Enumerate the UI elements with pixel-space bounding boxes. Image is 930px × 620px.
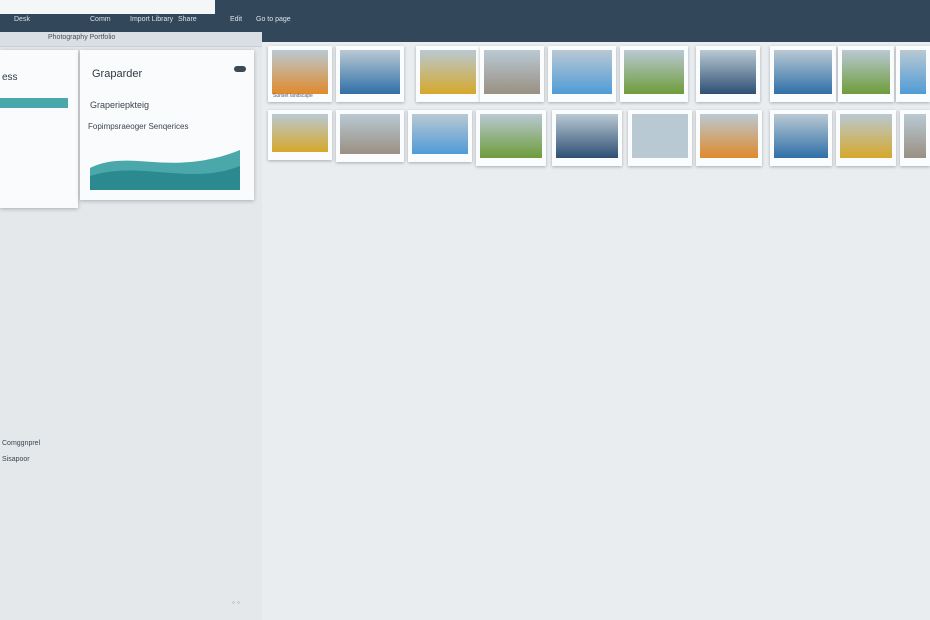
photo-thumbnail[interactable] [548, 46, 616, 102]
photo-thumbnail[interactable] [480, 46, 544, 102]
photo-thumbnail[interactable] [696, 110, 762, 166]
photo-image [624, 50, 684, 94]
photo-thumbnail[interactable] [900, 110, 930, 166]
photo-image [900, 50, 926, 94]
panel-bar: Photography Portfolio [0, 32, 262, 47]
card-title: Graparder [92, 68, 143, 80]
photo-caption: Sunset landscape [273, 93, 313, 99]
photo-thumbnail[interactable] [838, 46, 894, 102]
template-card-left[interactable]: ess [0, 50, 78, 208]
photo-thumbnail[interactable] [696, 46, 760, 102]
photo-image [774, 114, 828, 158]
wave-graphic [90, 150, 240, 190]
panel-title: Photography Portfolio [48, 34, 116, 41]
toggle-switch[interactable] [234, 66, 246, 72]
photo-thumbnail[interactable] [336, 110, 404, 162]
photo-image [484, 50, 540, 94]
photo-thumbnail[interactable] [628, 110, 692, 166]
photo-thumbnail[interactable] [336, 46, 404, 102]
photo-image [700, 114, 758, 158]
photo-thumbnail[interactable] [268, 110, 332, 160]
photo-image [340, 114, 400, 154]
card-subtitle: Graperiepkteig [90, 100, 150, 110]
photo-image [632, 114, 688, 158]
photo-image [774, 50, 832, 94]
photo-image [556, 114, 618, 158]
photo-image [840, 114, 892, 158]
photo-image [412, 114, 468, 154]
photo-image [700, 50, 756, 94]
photo-thumbnail[interactable] [476, 110, 546, 166]
photo-image [904, 114, 926, 158]
photo-thumbnail[interactable] [896, 46, 930, 102]
menu-item-share[interactable]: Share [178, 16, 197, 23]
photo-thumbnail[interactable]: Sunset landscape [268, 46, 332, 102]
template-card-main[interactable]: Graparder Graperiepkteig Fopimpsraeoger … [80, 50, 254, 200]
menu-bar: Desk Comm Import Library Share Edit Go t… [0, 14, 930, 30]
photo-thumbnail[interactable] [836, 110, 896, 166]
card-line: Fopimpsraeoger Senqerices [88, 122, 189, 131]
sidebar-footer-icons[interactable]: ◦ ◦ [232, 598, 240, 607]
photo-image [480, 114, 542, 158]
menu-item-import-library[interactable]: Import Library [130, 16, 173, 23]
photo-thumbnail[interactable] [552, 110, 622, 166]
menu-item-edit[interactable]: Edit [230, 16, 242, 23]
title-strip [0, 0, 215, 14]
menu-item-desk[interactable]: Desk [14, 16, 30, 23]
photo-image [340, 50, 400, 94]
photo-thumbnail[interactable] [416, 46, 480, 102]
card-title: ess [2, 72, 18, 83]
photo-image [842, 50, 890, 94]
sidebar-text-2: Sisapoor [2, 456, 30, 463]
photo-thumbnail[interactable] [620, 46, 688, 102]
photo-image [272, 50, 328, 94]
photo-thumbnail[interactable] [770, 46, 836, 102]
photo-image [272, 114, 328, 152]
sidebar-text-1: Comggnprel [2, 440, 41, 447]
menu-item-go-to-page[interactable]: Go to page [256, 16, 291, 23]
menu-item-comm[interactable]: Comm [90, 16, 111, 23]
accent-bar [0, 98, 68, 108]
photo-thumbnail[interactable] [408, 110, 472, 162]
photo-thumbnail[interactable] [770, 110, 832, 166]
photo-image [552, 50, 612, 94]
photo-image [420, 50, 476, 94]
